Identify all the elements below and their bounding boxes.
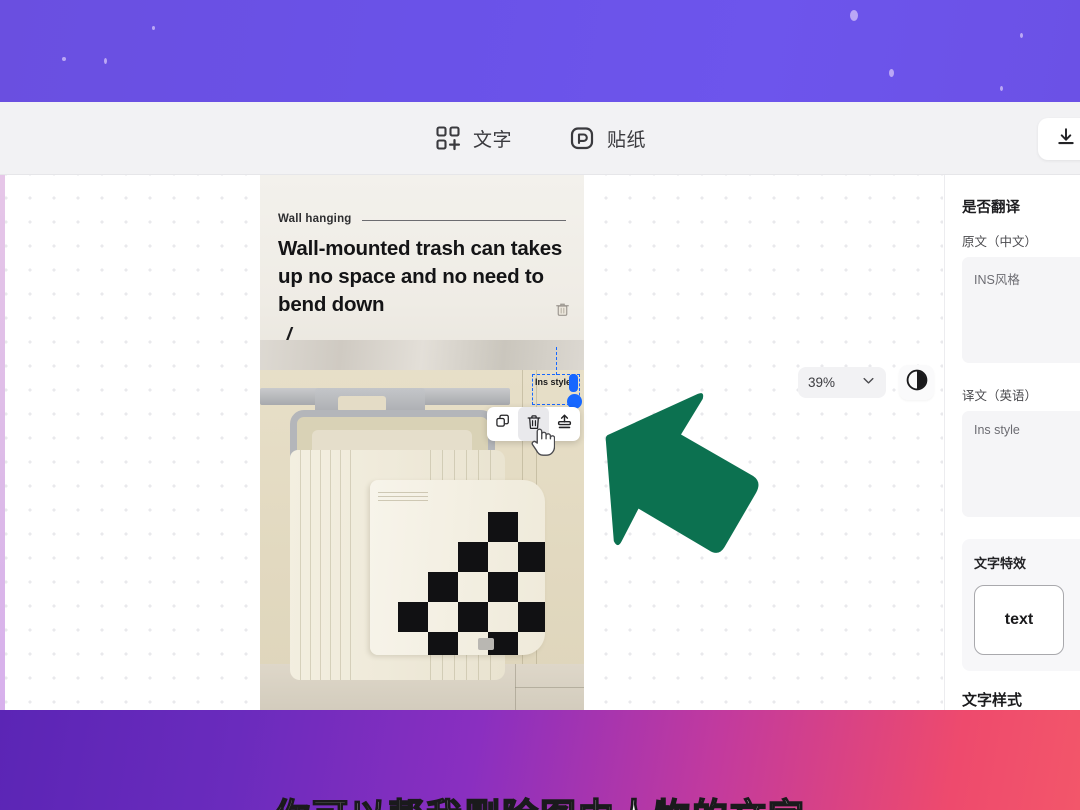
grid-plus-icon bbox=[434, 124, 462, 152]
right-sidebar: 是否翻译 原文（中文） INS风格 译文（英语） Ins style 文字特效 … bbox=[944, 175, 1080, 710]
sparkle-dot bbox=[1000, 86, 1003, 91]
source-language-label: 原文（中文） bbox=[962, 235, 1038, 249]
sticker-icon bbox=[568, 124, 596, 152]
copy-icon bbox=[495, 414, 511, 435]
tab-text-label: 文字 bbox=[472, 129, 512, 151]
bin-latch bbox=[478, 638, 494, 650]
target-text-input[interactable]: Ins style bbox=[962, 411, 1080, 517]
download-button[interactable] bbox=[1038, 118, 1080, 160]
text-styles-title: 文字样式 bbox=[962, 692, 1023, 709]
zoom-level-value: 39% bbox=[808, 375, 836, 390]
sparkle-dot bbox=[62, 57, 66, 61]
app-root: 文字 贴纸 Wall hanging Wall-mounted trash ca… bbox=[0, 0, 1080, 810]
header-tool-group: 文字 贴纸 bbox=[428, 120, 652, 156]
sparkle-dot bbox=[1020, 33, 1023, 38]
canvas-workspace[interactable]: Wall hanging Wall-mounted trash can take… bbox=[5, 175, 943, 710]
tab-text[interactable]: 文字 bbox=[428, 120, 518, 156]
sparkle-dot bbox=[850, 10, 858, 21]
sparkle-dot bbox=[104, 58, 107, 64]
tab-sticker-label: 贴纸 bbox=[607, 129, 647, 151]
translate-section-title: 是否翻译 bbox=[962, 200, 1020, 216]
text-effects-card: 文字特效 text bbox=[962, 539, 1080, 671]
bottom-caption: 你可以帮我删除图中人物的文字 bbox=[0, 788, 1080, 810]
contrast-toggle-button[interactable] bbox=[899, 365, 934, 400]
arrow-up-left-icon bbox=[598, 386, 766, 564]
text-effect-preview-label: text bbox=[1004, 611, 1034, 628]
app-window: 文字 贴纸 Wall hanging Wall-mounted trash ca… bbox=[0, 102, 1080, 710]
duplicate-button[interactable] bbox=[487, 407, 518, 441]
download-icon bbox=[1055, 126, 1077, 153]
sparkle-dot bbox=[889, 69, 894, 77]
hand-cursor-icon bbox=[529, 424, 556, 462]
artboard-eyebrow-row: Wall hanging bbox=[278, 213, 566, 225]
contrast-icon bbox=[905, 368, 929, 397]
source-text-input[interactable]: INS风格 bbox=[962, 257, 1080, 363]
artboard-eyebrow: Wall hanging bbox=[278, 213, 352, 225]
text-effect-swatch[interactable]: text bbox=[974, 585, 1064, 655]
tab-sticker[interactable]: 贴纸 bbox=[562, 120, 652, 156]
floor-grout bbox=[515, 687, 584, 688]
app-header: 文字 贴纸 bbox=[0, 102, 1080, 175]
target-language-label: 译文（英语） bbox=[962, 389, 1038, 403]
artboard-rule bbox=[361, 219, 566, 221]
mini-trash-icon[interactable] bbox=[554, 301, 571, 323]
sparkle-dot bbox=[152, 26, 155, 30]
bin-lid bbox=[370, 480, 545, 655]
upload-icon bbox=[556, 413, 573, 435]
selection-handle-right[interactable] bbox=[569, 374, 578, 392]
zoom-control[interactable]: 39% bbox=[798, 367, 886, 398]
chevron-down-icon bbox=[861, 373, 876, 393]
selection-rotate-stem bbox=[556, 347, 557, 375]
artboard-headline: Wall-mounted trash can takes up no space… bbox=[278, 237, 563, 317]
bottom-banner: 你可以帮我删除图中人物的文字 bbox=[0, 710, 1080, 810]
top-banner bbox=[0, 0, 1080, 102]
text-effects-title: 文字特效 bbox=[974, 556, 1027, 571]
countertop bbox=[260, 340, 584, 370]
